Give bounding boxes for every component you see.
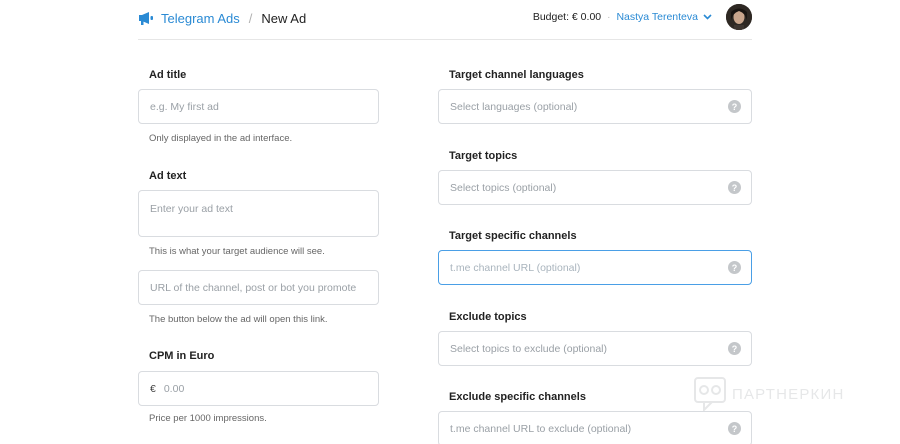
- cpm-label: CPM in Euro: [149, 350, 215, 362]
- page-title: New Ad: [261, 10, 307, 26]
- user-menu-button[interactable]: Nastya Terenteva: [616, 11, 698, 23]
- channels-placeholder: t.me channel URL (optional): [450, 261, 581, 274]
- languages-placeholder: Select languages (optional): [450, 100, 578, 113]
- breadcrumb: Telegram Ads / New Ad: [138, 9, 306, 27]
- brand-link[interactable]: Telegram Ads: [161, 11, 240, 26]
- ad-title-placeholder: e.g. My first ad: [150, 100, 219, 113]
- ad-text-input[interactable]: Enter your ad text: [138, 190, 379, 237]
- help-icon[interactable]: ?: [728, 100, 741, 113]
- exclude-channels-placeholder: t.me channel URL to exclude (optional): [450, 422, 632, 435]
- languages-select[interactable]: Select languages (optional) ?: [438, 89, 752, 124]
- ad-title-label: Ad title: [149, 69, 187, 81]
- ad-text-help: This is what your target audience will s…: [149, 246, 325, 257]
- cpm-input[interactable]: € 0.00: [138, 371, 379, 406]
- languages-label: Target channel languages: [449, 69, 584, 81]
- promote-url-placeholder: URL of the channel, post or bot you prom…: [150, 281, 357, 294]
- ad-text-label: Ad text: [149, 170, 187, 182]
- watermark-text: ПАРТНЕРКИН: [732, 385, 845, 403]
- cpm-help: Price per 1000 impressions.: [149, 413, 267, 424]
- avatar[interactable]: [726, 4, 752, 30]
- exclude-topics-placeholder: Select topics to exclude (optional): [450, 342, 608, 355]
- exclude-channels-input[interactable]: t.me channel URL to exclude (optional) ?: [438, 411, 752, 444]
- ad-title-input[interactable]: e.g. My first ad: [138, 89, 379, 124]
- watermark-logo-icon: [694, 377, 726, 411]
- topics-label: Target topics: [449, 150, 518, 162]
- budget-display: Budget: € 0.00: [532, 11, 602, 23]
- ad-title-help: Only displayed in the ad interface.: [149, 133, 293, 144]
- help-icon[interactable]: ?: [728, 342, 741, 355]
- exclude-topics-label: Exclude topics: [449, 311, 527, 323]
- promote-url-input[interactable]: URL of the channel, post or bot you prom…: [138, 270, 379, 305]
- exclude-topics-select[interactable]: Select topics to exclude (optional) ?: [438, 331, 752, 366]
- channels-label: Target specific channels: [449, 230, 577, 242]
- euro-sign: €: [150, 382, 156, 395]
- help-icon[interactable]: ?: [728, 422, 741, 435]
- topics-placeholder: Select topics (optional): [450, 181, 557, 194]
- channels-input[interactable]: t.me channel URL (optional) ?: [438, 250, 752, 285]
- help-icon[interactable]: ?: [728, 261, 741, 274]
- promote-url-help: The button below the ad will open this l…: [149, 314, 328, 325]
- cpm-placeholder: 0.00: [163, 382, 185, 395]
- megaphone-icon: [139, 12, 153, 25]
- exclude-channels-label: Exclude specific channels: [449, 391, 586, 403]
- top-bar: Telegram Ads / New Ad Budget: € 0.00 · N…: [138, 0, 752, 40]
- breadcrumb-separator: /: [248, 10, 253, 26]
- chevron-down-icon[interactable]: [703, 14, 712, 20]
- account-area: Budget: € 0.00 · Nastya Terenteva: [533, 3, 752, 31]
- ad-text-placeholder: Enter your ad text: [150, 203, 233, 215]
- separator-dot: ·: [607, 11, 611, 23]
- topics-select[interactable]: Select topics (optional) ?: [438, 170, 752, 205]
- watermark: ПАРТНЕРКИН: [694, 377, 844, 411]
- help-icon[interactable]: ?: [728, 181, 741, 194]
